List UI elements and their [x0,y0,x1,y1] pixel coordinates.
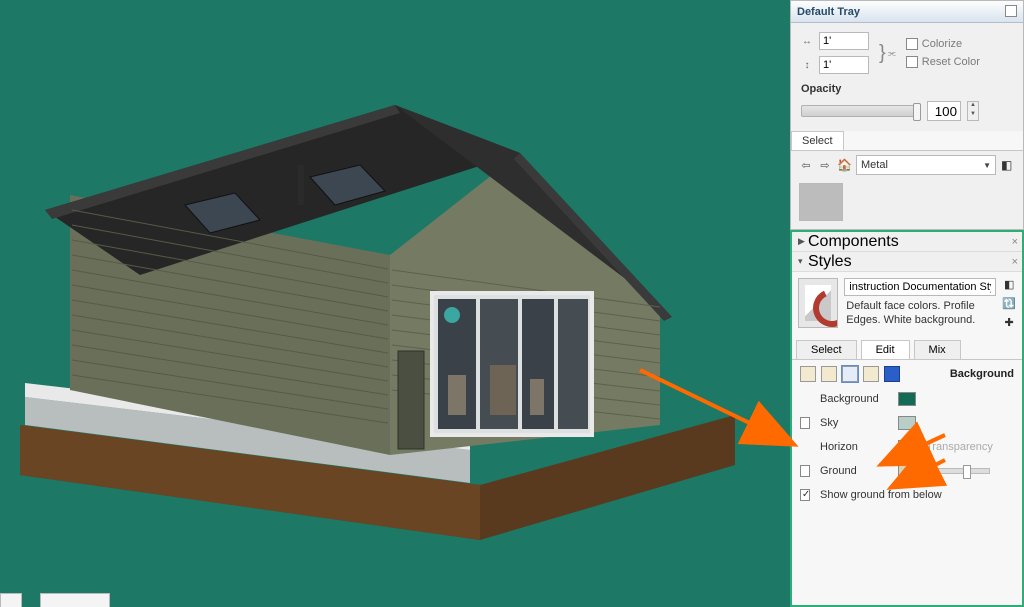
3d-viewport[interactable] [0,0,790,607]
components-accordion[interactable]: ▶ Components × [792,232,1022,252]
style-description: Default face colors. Profile Edges. Whit… [844,298,996,330]
modeling-settings-icon[interactable] [884,366,900,382]
material-collection-select[interactable]: Metal ▼ [856,155,996,175]
bottom-tab[interactable] [40,593,110,607]
bottom-tab-bar [0,585,790,607]
close-icon[interactable]: × [1012,236,1018,248]
show-ground-below-checkbox[interactable] [800,489,810,501]
styles-tray: ▶ Components × ▾ Styles × Default face c… [790,230,1024,607]
chevron-down-icon: ▾ [798,256,808,267]
ground-color-swatch[interactable] [898,464,916,478]
tab-select-materials[interactable]: Select [791,131,844,150]
opacity-spinner[interactable]: ▲▼ [967,101,979,121]
tray-titlebar[interactable]: Default Tray [791,1,1023,23]
ground-checkbox[interactable] [800,465,810,477]
colorize-option[interactable]: Colorize [906,38,980,50]
sky-color-swatch[interactable] [898,416,916,430]
face-settings-icon[interactable] [821,366,837,382]
nav-back-icon[interactable]: ⇦ [799,159,813,172]
dim-width-icon: ↔ [801,36,813,47]
styles-accordion[interactable]: ▾ Styles × [792,252,1022,272]
horizon-row: Horizon Transparency [800,438,1014,456]
background-settings-icon[interactable] [842,366,858,382]
house-model [0,45,760,605]
background-row: Background [800,390,1014,408]
material-swatch[interactable] [799,183,843,221]
materials-tab-row: Select [791,131,1023,151]
link-brace-icon: } [879,46,886,60]
edge-settings-icon[interactable] [800,366,816,382]
bottom-stub[interactable] [0,593,22,607]
opacity-label: Opacity [791,77,1023,99]
reset-color-option[interactable]: Reset Color [906,56,980,68]
pin-icon[interactable] [1005,5,1017,17]
section-title: Background [950,368,1014,380]
horizon-color-swatch[interactable] [898,440,916,454]
background-color-swatch[interactable] [898,392,916,406]
dim-height-icon: ↕ [801,60,813,71]
home-icon[interactable]: 🏠 [837,158,851,172]
dim-width-input[interactable] [819,32,869,50]
ground-row: Ground [800,462,1014,480]
tab-edit[interactable]: Edit [861,340,910,359]
opacity-value-input[interactable] [927,101,961,121]
refresh-style-icon[interactable]: 🔃 [1002,297,1016,310]
chevron-right-icon: ▶ [798,236,808,247]
nav-fwd-icon[interactable]: ⇨ [818,159,832,172]
show-ground-below-row: Show ground from below [800,486,1014,504]
tray-title-text: Default Tray [797,6,860,18]
material-collection-value: Metal [861,159,888,171]
default-tray: Default Tray ↔ ↕ } ⫘ Colorize Reset Colo… [790,0,1024,230]
sky-row: Sky [800,414,1014,432]
tab-mix[interactable]: Mix [914,340,961,359]
close-icon[interactable]: × [1012,256,1018,268]
watermark-settings-icon[interactable] [863,366,879,382]
ground-transparency-slider[interactable] [926,468,990,474]
transparency-label: Transparency [926,441,993,453]
opacity-slider[interactable] [801,105,921,117]
update-style-icon[interactable]: ◧ [1004,278,1014,291]
link-icon[interactable]: ⫘ [888,48,896,59]
dim-height-input[interactable] [819,56,869,74]
tab-select[interactable]: Select [796,340,857,359]
sky-checkbox[interactable] [800,417,810,429]
chevron-down-icon: ▼ [983,161,991,170]
new-style-icon[interactable]: ✚ [1005,316,1014,329]
style-name-input[interactable] [844,278,996,296]
style-thumbnail[interactable] [798,278,838,328]
details-icon[interactable]: ◧ [1001,158,1015,172]
